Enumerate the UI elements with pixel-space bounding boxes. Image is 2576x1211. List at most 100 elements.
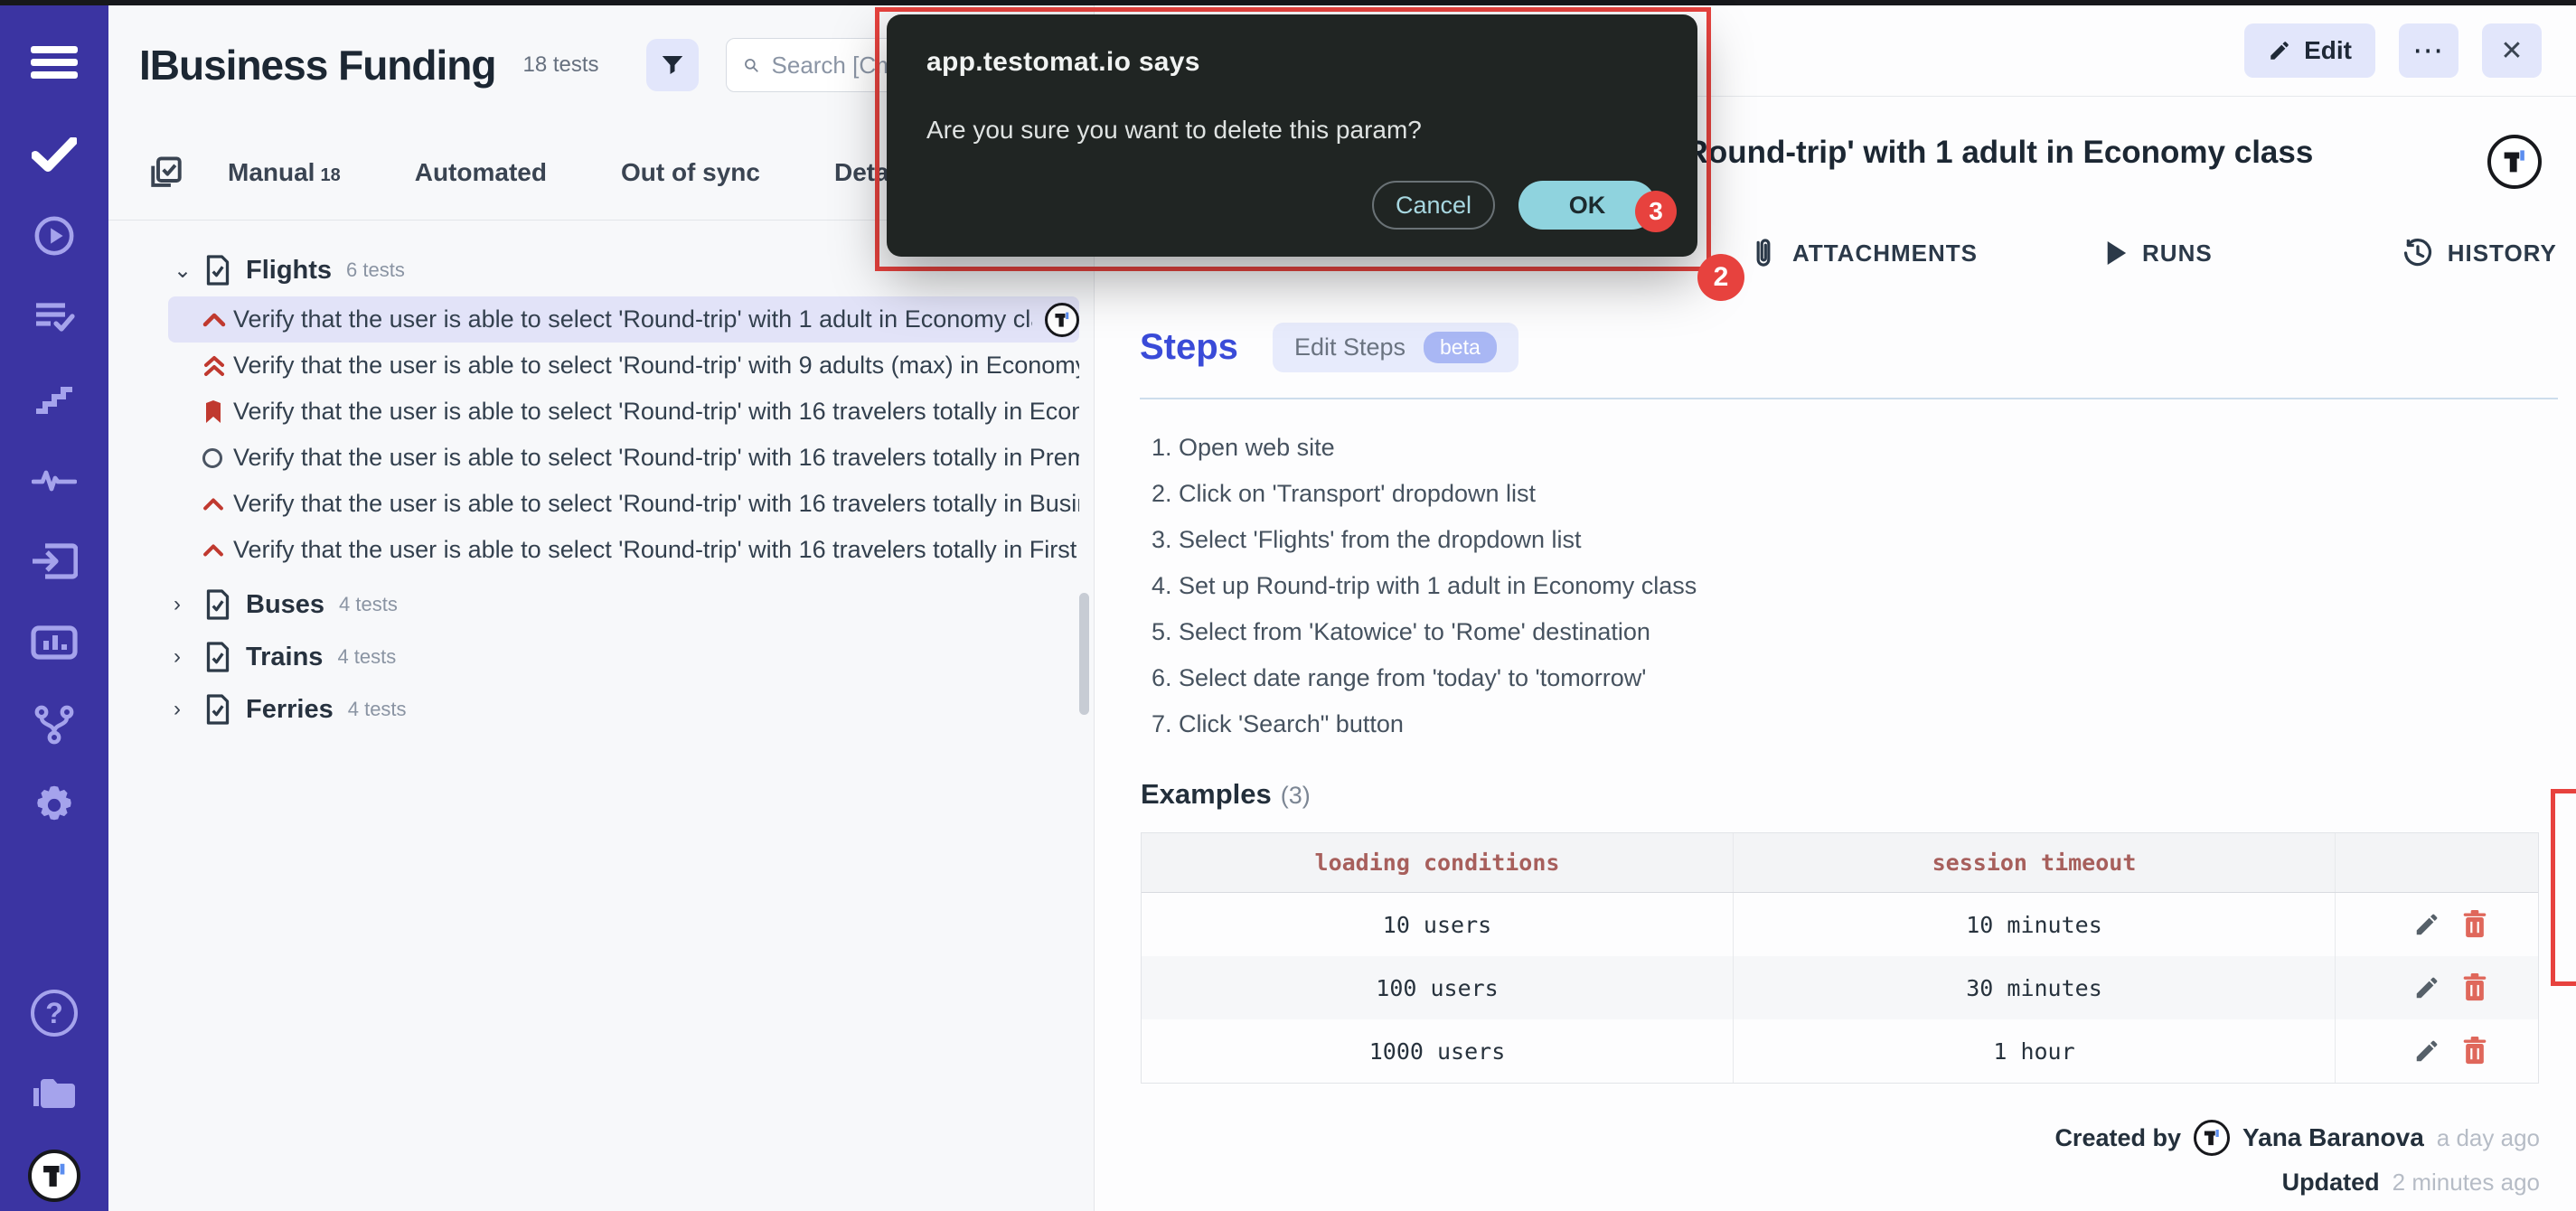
suite-row-ferries[interactable]: › Ferries 4 tests [108, 683, 1094, 736]
project-title: IBusiness Funding [139, 41, 495, 89]
funnel-icon [659, 52, 686, 79]
filter-button[interactable] [646, 39, 699, 91]
tab-automated[interactable]: Automated [415, 158, 547, 187]
browser-confirm-dialog: app.testomat.io says Are you sure you wa… [887, 14, 1697, 257]
step-item: 6. Select date range from 'today' to 'to… [1152, 666, 2576, 690]
priority-critical-icon [202, 354, 233, 378]
edit-steps-button[interactable]: Edit Steps beta [1273, 323, 1518, 372]
sidebar: ? [0, 0, 108, 1211]
priority-bookmark-icon [202, 399, 233, 425]
suite-file-icon [204, 254, 231, 286]
examples-heading: Examples(3) [1141, 778, 2576, 811]
cell-loading-conditions: 1000 users [1142, 1019, 1734, 1083]
cell-loading-conditions: 100 users [1142, 956, 1734, 1019]
run-play-icon[interactable] [25, 210, 83, 262]
test-title: Verify that the user is able to select '… [233, 398, 1079, 426]
help-icon[interactable]: ? [25, 987, 83, 1039]
test-row[interactable]: Verify that the user is able to select '… [168, 435, 1079, 481]
suite-count: 6 tests [346, 258, 405, 282]
step-item: 7. Click 'Search" button [1152, 712, 2576, 737]
pencil-icon [2268, 39, 2291, 62]
test-tree: ⌄ Flights 6 tests Verify that the user i… [108, 221, 1094, 736]
dialog-title: app.testomat.io says [926, 47, 1656, 78]
test-source-badge [1045, 303, 1079, 337]
suite-row-buses[interactable]: › Buses 4 tests [108, 578, 1094, 631]
close-button[interactable]: ✕ [2482, 23, 2542, 78]
cell-session-timeout: 10 minutes [1734, 893, 2336, 956]
delete-row-icon[interactable] [2462, 973, 2487, 1002]
delete-row-icon[interactable] [2462, 1037, 2487, 1065]
project-test-count: 18 tests [522, 52, 598, 78]
steps-stairs-icon[interactable] [25, 372, 83, 425]
test-source-badge [2487, 135, 2542, 189]
updated-ago: 2 minutes ago [2393, 1169, 2540, 1197]
suite-file-icon [204, 641, 231, 673]
suite-name: Flights [246, 256, 332, 286]
test-row[interactable]: Verify that the user is able to select '… [168, 481, 1079, 527]
suite-count: 4 tests [339, 593, 398, 616]
scrollbar[interactable] [1079, 593, 1089, 715]
edit-row-icon[interactable] [2413, 1037, 2440, 1065]
chevron-right-icon: › [174, 592, 204, 617]
chevron-right-icon: › [174, 644, 204, 670]
branches-icon[interactable] [25, 698, 83, 750]
testomat-logo[interactable] [28, 1150, 80, 1202]
annotation-badge-2: 2 [1697, 254, 1744, 301]
import-icon[interactable] [25, 535, 83, 587]
tab-runs[interactable]: RUNS [2104, 239, 2213, 268]
created-by-label: Created by [2054, 1124, 2181, 1152]
steps-divider [1140, 398, 2558, 399]
examples-table: loading conditions session timeout 10 us… [1141, 832, 2539, 1084]
column-header: loading conditions [1142, 833, 1734, 892]
table-row: 1000 users 1 hour [1142, 1019, 2538, 1083]
table-row: 100 users 30 minutes [1142, 956, 2538, 1019]
test-title: Verify that the user is able to select '… [233, 490, 1079, 518]
play-icon [2104, 239, 2128, 267]
priority-high-icon [202, 543, 233, 558]
test-row[interactable]: Verify that the user is able to select '… [168, 343, 1079, 389]
delete-row-icon[interactable] [2462, 910, 2487, 939]
edit-row-icon[interactable] [2413, 911, 2440, 938]
pulse-icon[interactable] [25, 454, 83, 506]
priority-high-icon [202, 497, 233, 512]
steps-header: Steps Edit Steps beta [1140, 323, 2576, 372]
select-all-icon[interactable] [150, 155, 183, 190]
examples-table-header: loading conditions session timeout [1142, 833, 2538, 893]
author-name: Yana Baranova [2242, 1123, 2424, 1152]
chevron-right-icon: › [174, 697, 204, 722]
tests-check-icon[interactable] [25, 128, 83, 181]
suite-row-trains[interactable]: › Trains 4 tests [108, 631, 1094, 683]
dialog-message: Are you sure you want to delete this par… [926, 116, 1656, 145]
test-title: Verify that the user is able to select '… [233, 536, 1079, 564]
edit-button[interactable]: Edit [2244, 23, 2375, 78]
analytics-icon[interactable] [25, 616, 83, 669]
edit-button-label: Edit [2304, 36, 2352, 65]
detail-footer: Created by Yana Baranova a day ago Updat… [1095, 1120, 2576, 1197]
edit-row-icon[interactable] [2413, 974, 2440, 1001]
tab-history[interactable]: HISTORY [2402, 238, 2557, 268]
suite-name: Trains [246, 643, 323, 672]
author-avatar [2194, 1120, 2230, 1156]
test-row[interactable]: Verify that the user is able to select '… [168, 389, 1079, 435]
results-list-icon[interactable] [25, 291, 83, 343]
menu-icon[interactable] [25, 36, 83, 89]
cancel-button[interactable]: Cancel [1372, 181, 1495, 230]
settings-gear-icon[interactable] [25, 779, 83, 831]
projects-folder-icon[interactable] [25, 1068, 83, 1121]
tab-out-of-sync[interactable]: Out of sync [621, 158, 760, 187]
cell-session-timeout: 30 minutes [1734, 956, 2336, 1019]
suite-name: Buses [246, 590, 324, 620]
steps-list: 1. Open web site 2. Click on 'Transport'… [1152, 436, 2576, 737]
steps-heading: Steps [1140, 327, 1238, 368]
chevron-down-icon: ⌄ [174, 258, 204, 284]
tab-attachments[interactable]: ATTACHMENTS [1749, 236, 1978, 270]
history-clock-icon [2402, 238, 2433, 268]
test-title: Verify that the user is able to select '… [233, 352, 1079, 380]
more-button[interactable]: ⋯ [2399, 23, 2458, 78]
step-item: 4. Set up Round-trip with 1 adult in Eco… [1152, 574, 2576, 598]
close-icon: ✕ [2500, 35, 2523, 67]
step-item: 3. Select 'Flights' from the dropdown li… [1152, 528, 2576, 552]
tab-manual[interactable]: Manual18 [228, 158, 341, 187]
test-row-selected[interactable]: Verify that the user is able to select '… [168, 296, 1079, 343]
test-row[interactable]: Verify that the user is able to select '… [168, 527, 1079, 573]
